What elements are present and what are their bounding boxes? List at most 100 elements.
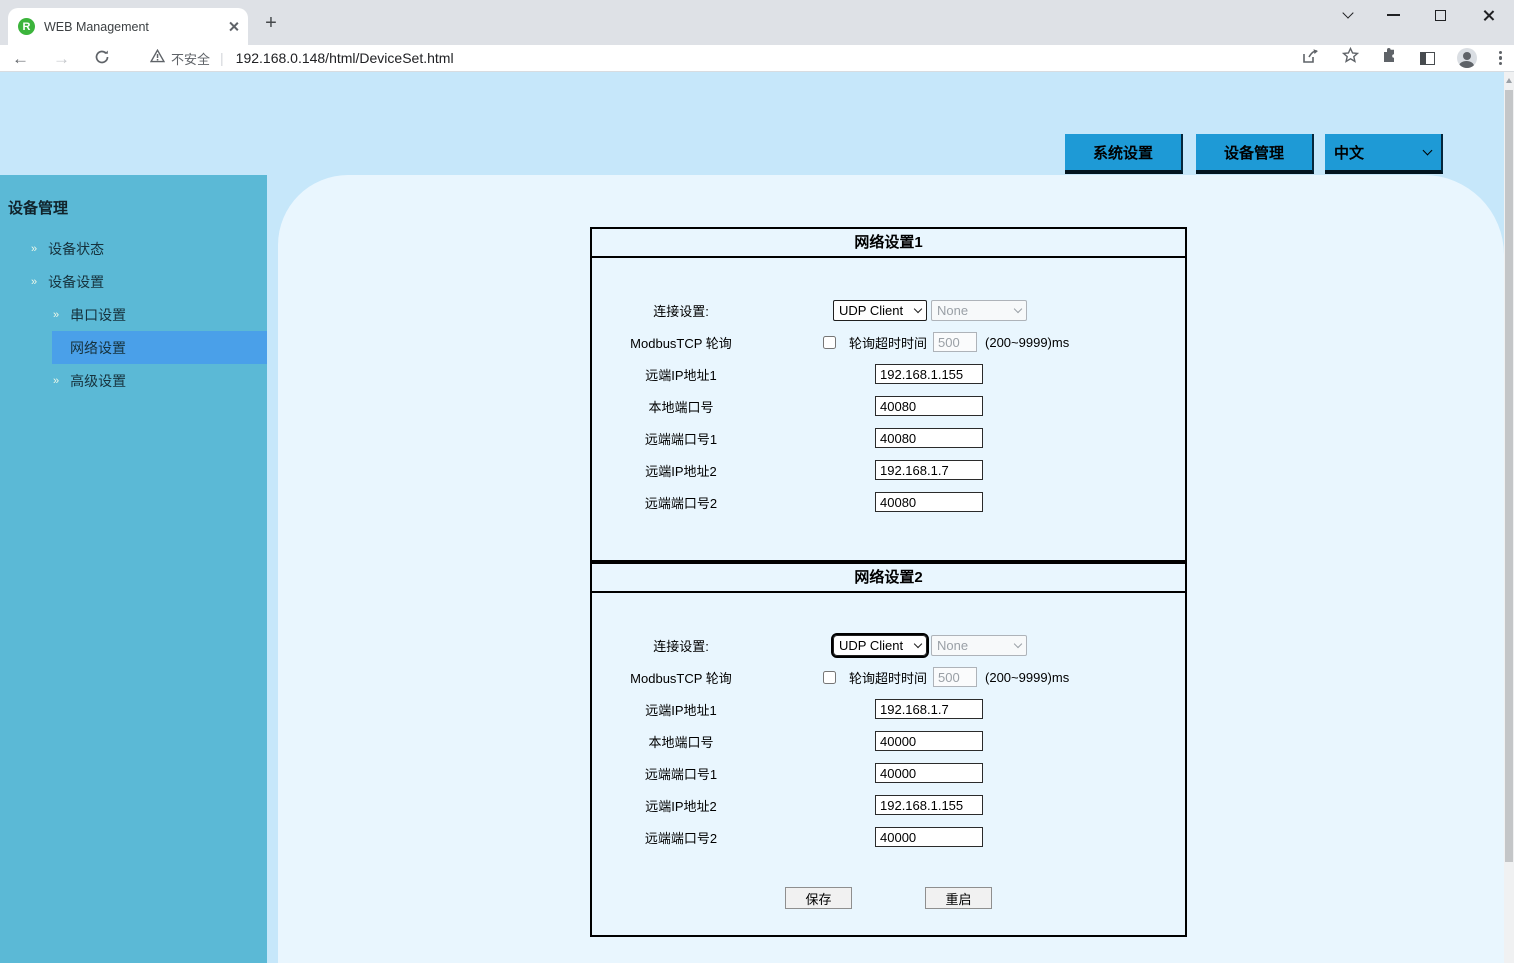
field-label: 远端IP地址2 [592, 796, 770, 815]
modbus-row: ModbusTCP 轮询 轮询超时时间 (200~9999)ms [592, 326, 1185, 358]
minimize-icon[interactable] [1387, 14, 1400, 16]
address-bar: ← → 不安全 | 192.168.0.148/html/DeviceSet.h… [0, 45, 1514, 72]
remote-ip1-input[interactable] [875, 699, 983, 719]
sidebar: 设备管理 » 设备状态 » 设备设置 » 串口设置 网络设置 » 高级设置 [0, 175, 267, 963]
field-label: 远端端口号2 [592, 828, 770, 847]
timeout-hint: (200~9999)ms [985, 670, 1069, 685]
security-label: 不安全 [171, 49, 210, 68]
remote-ip2-input[interactable] [875, 795, 983, 815]
device-management-button[interactable]: 设备管理 [1196, 134, 1314, 174]
forward-icon: → [53, 50, 70, 67]
connection-row: 连接设置: UDP Client None [592, 294, 1185, 326]
window-controls [1324, 0, 1514, 30]
field-label: 远端IP地址1 [592, 700, 770, 719]
field-label: 远端端口号1 [592, 429, 770, 448]
section-title: 网络设置2 [590, 562, 1187, 593]
field-row: 远端端口号2 [592, 821, 1185, 853]
toolbar-icons [1302, 47, 1502, 69]
remote-port2-input[interactable] [875, 827, 983, 847]
maximize-icon[interactable] [1435, 10, 1446, 21]
connection-sub-select: None [931, 635, 1027, 656]
window-chevron-icon[interactable] [1342, 7, 1353, 18]
connection-mode-select[interactable]: UDP Client [833, 300, 927, 321]
modbus-row: ModbusTCP 轮询 轮询超时时间 (200~9999)ms [592, 661, 1185, 693]
section-title: 网络设置1 [590, 227, 1187, 258]
select-value: None [937, 638, 968, 653]
browser-tab[interactable]: R WEB Management [8, 8, 248, 45]
field-row: 远端端口号1 [592, 757, 1185, 789]
chevron-down-icon [1014, 640, 1022, 648]
remote-ip1-input[interactable] [875, 364, 983, 384]
sidebar-item-device-settings[interactable]: » 设备设置 [0, 265, 267, 298]
remote-port2-input[interactable] [875, 492, 983, 512]
arrow-icon: » [31, 243, 37, 255]
sidebar-item-label: 高级设置 [70, 371, 126, 391]
language-select[interactable]: 中文 [1325, 134, 1443, 174]
chevron-down-icon [1423, 146, 1433, 156]
select-value: UDP Client [839, 638, 903, 653]
field-label: ModbusTCP 轮询 [592, 668, 770, 687]
web-page: 系统设置 设备管理 中文 设备管理 » 设备状态 » 设备设置 » 串口设置 网… [0, 72, 1514, 963]
select-value: None [937, 303, 968, 318]
sidebar-item-label: 设备状态 [48, 239, 104, 259]
modbus-checkbox[interactable] [823, 336, 836, 349]
bookmark-star-icon[interactable] [1342, 47, 1359, 69]
connection-row: 连接设置: UDP Client None [592, 629, 1185, 661]
new-tab-button[interactable]: + [258, 10, 284, 36]
field-label: 远端端口号2 [592, 493, 770, 512]
timeout-input [933, 667, 977, 687]
connection-sub-select: None [931, 300, 1027, 321]
sidebar-item-label: 设备设置 [48, 272, 104, 292]
scrollbar-thumb[interactable] [1505, 90, 1513, 862]
field-label: ModbusTCP 轮询 [592, 333, 770, 352]
remote-ip2-input[interactable] [875, 460, 983, 480]
close-icon[interactable] [1481, 9, 1494, 22]
page-scrollbar[interactable] [1504, 72, 1514, 963]
sidebar-item-serial-settings[interactable]: » 串口设置 [0, 298, 267, 331]
timeout-label: 轮询超时时间 [849, 668, 927, 687]
network-settings-form: 网络设置1 连接设置: UDP Client None ModbusTCP 轮询 [590, 227, 1187, 937]
language-value: 中文 [1334, 142, 1364, 163]
sidebar-item-network-settings[interactable]: 网络设置 [52, 331, 267, 364]
local-port-input[interactable] [875, 731, 983, 751]
remote-port1-input[interactable] [875, 428, 983, 448]
menu-dots-icon[interactable] [1499, 51, 1502, 66]
field-row: 远端端口号2 [592, 486, 1185, 518]
field-label: 连接设置: [592, 636, 770, 655]
field-label: 本地端口号 [592, 397, 770, 416]
sidebar-item-device-status[interactable]: » 设备状态 [0, 232, 267, 265]
save-button[interactable]: 保存 [785, 887, 852, 909]
chip-divider: | [220, 50, 224, 66]
chevron-down-icon [914, 305, 922, 313]
back-icon[interactable]: ← [12, 50, 29, 67]
browser-tab-bar: R WEB Management + [0, 0, 1514, 45]
scroll-up-icon[interactable] [1506, 78, 1512, 83]
arrow-icon: » [53, 309, 59, 321]
connection-mode-select[interactable]: UDP Client [833, 635, 927, 656]
field-row: 本地端口号 [592, 725, 1185, 757]
modbus-checkbox[interactable] [823, 671, 836, 684]
local-port-input[interactable] [875, 396, 983, 416]
timeout-hint: (200~9999)ms [985, 335, 1069, 350]
share-icon[interactable] [1302, 48, 1320, 69]
restart-button[interactable]: 重启 [925, 887, 992, 909]
profile-avatar[interactable] [1457, 48, 1477, 68]
sidebar-item-advanced-settings[interactable]: » 高级设置 [0, 364, 267, 397]
timeout-input [933, 332, 977, 352]
section-body: 连接设置: UDP Client None ModbusTCP 轮询 轮 [590, 258, 1187, 562]
favicon: R [18, 18, 35, 35]
field-label: 远端端口号1 [592, 764, 770, 783]
system-settings-button[interactable]: 系统设置 [1065, 134, 1183, 174]
chevron-down-icon [1014, 305, 1022, 313]
side-panel-icon[interactable] [1420, 52, 1435, 65]
security-chip[interactable]: 不安全 | 192.168.0.148/html/DeviceSet.html [150, 49, 454, 68]
sidebar-item-label: 网络设置 [70, 338, 126, 358]
timeout-label: 轮询超时时间 [849, 333, 927, 352]
extensions-icon[interactable] [1381, 47, 1398, 69]
tab-title: WEB Management [44, 20, 227, 34]
tab-close-icon[interactable] [227, 21, 238, 32]
arrow-icon: » [31, 276, 37, 288]
reload-icon[interactable] [94, 49, 110, 68]
url-text[interactable]: 192.168.0.148/html/DeviceSet.html [236, 50, 454, 66]
remote-port1-input[interactable] [875, 763, 983, 783]
